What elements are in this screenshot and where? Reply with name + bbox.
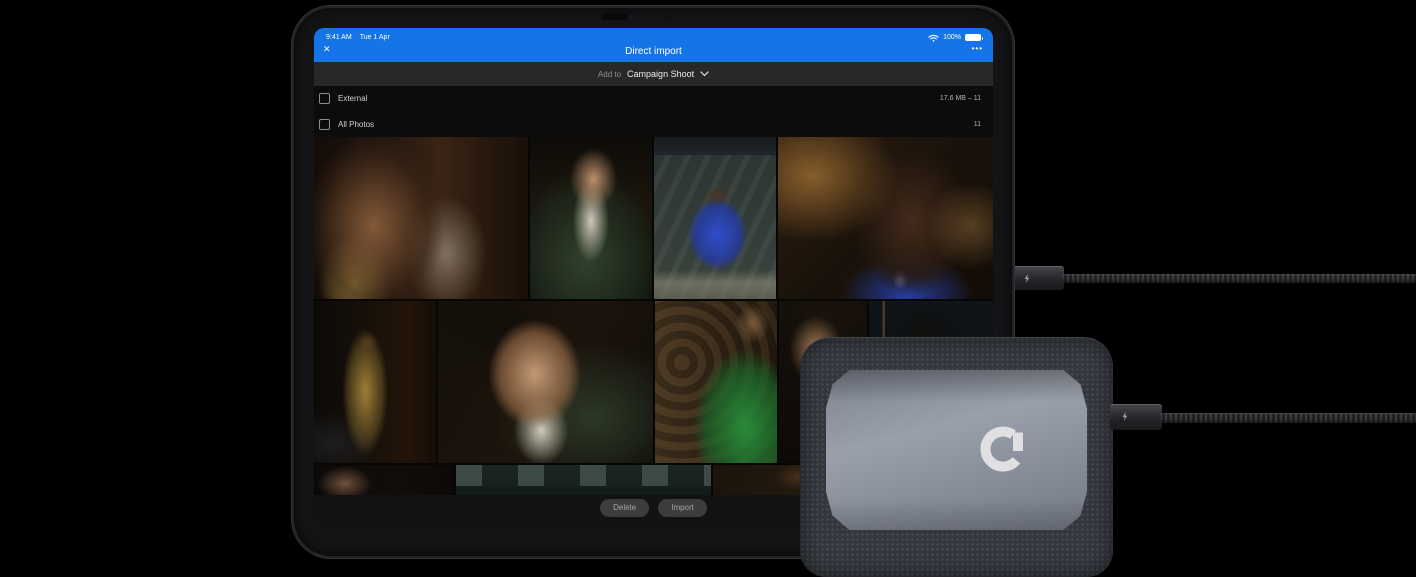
import-button[interactable]: Import — [658, 499, 707, 517]
photo-thumbnail[interactable] — [314, 137, 528, 299]
photo-thumbnail[interactable] — [655, 301, 777, 463]
all-photos-checkbox[interactable] — [319, 118, 330, 130]
braided-cable-top — [1062, 274, 1416, 283]
usb-c-connector-tablet — [1012, 266, 1064, 290]
status-date: Tue 1 Apr — [359, 34, 390, 41]
status-time-date: 9:41 AM Tue 1 Apr — [326, 34, 398, 41]
thunderbolt-icon — [1122, 412, 1128, 421]
status-bar: 9:41 AM Tue 1 Apr 100% — [314, 28, 993, 42]
add-to-label: Add to — [597, 69, 622, 79]
thunderbolt-icon — [1024, 274, 1030, 283]
source-row-external[interactable]: External 17.6 MB – 11 — [314, 86, 993, 111]
sensor-dot-icon — [668, 16, 671, 19]
photo-thumbnail[interactable] — [530, 137, 652, 299]
source-label: All Photos — [338, 119, 375, 129]
photo-thumbnail[interactable] — [438, 301, 653, 463]
source-size-count: 17.6 MB – 11 — [939, 95, 981, 102]
add-to-album-selector[interactable]: Add to Campaign Shoot — [314, 62, 993, 86]
drive-faceplate — [826, 370, 1087, 530]
external-ssd-drive — [800, 337, 1113, 577]
photo-thumbnail[interactable] — [778, 137, 993, 299]
chevron-down-icon — [700, 71, 709, 77]
photo-thumbnail[interactable] — [456, 465, 711, 495]
page-title: Direct import — [625, 46, 682, 57]
g-drive-logo-icon — [980, 426, 1023, 472]
source-label: External — [338, 94, 368, 103]
photo-thumbnail[interactable] — [654, 137, 776, 299]
photo-thumbnail[interactable] — [314, 301, 436, 463]
source-row-all-photos[interactable]: All Photos 11 — [314, 111, 993, 137]
source-count: 11 — [973, 120, 981, 128]
braided-cable-bottom — [1160, 413, 1416, 423]
more-options-button[interactable]: ••• — [972, 44, 983, 53]
app-header: 9:41 AM Tue 1 Apr 100% ✕ Direct import ••… — [314, 28, 993, 62]
delete-button[interactable]: Delete — [600, 499, 650, 517]
front-camera-pill — [601, 13, 629, 20]
grid-row-1 — [314, 137, 993, 299]
front-camera-icon — [628, 14, 634, 20]
sensor-lens-icon — [684, 14, 691, 21]
external-checkbox[interactable] — [319, 93, 330, 104]
usb-c-connector-drive — [1110, 404, 1162, 430]
wifi-icon — [928, 34, 939, 42]
battery-percent: 100% — [943, 34, 961, 41]
header-title-row: ✕ Direct import ••• — [314, 42, 993, 62]
battery-full-icon — [965, 34, 983, 41]
photo-thumbnail[interactable] — [314, 465, 454, 495]
status-time: 9:41 AM — [326, 34, 352, 41]
album-name: Campaign Shoot — [627, 69, 695, 79]
page-background: { "status_bar": { "time": "9:41 AM", "da… — [0, 0, 1416, 577]
